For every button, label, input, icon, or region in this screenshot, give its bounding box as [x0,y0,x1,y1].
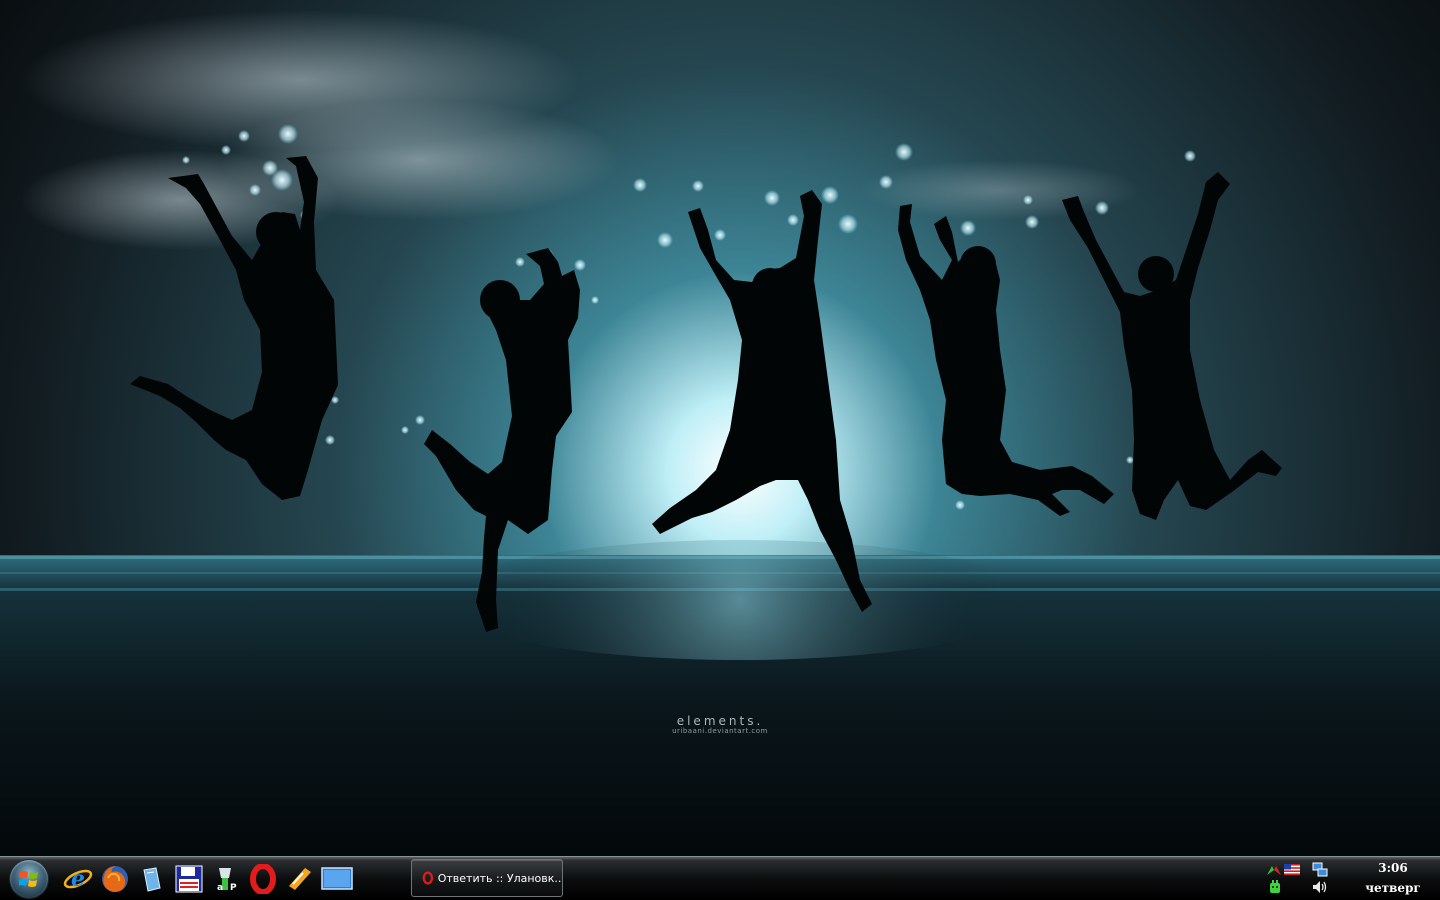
network-arrows-icon[interactable] [1266,863,1282,877]
winamp-icon [289,868,311,890]
quick-launch-opera[interactable] [247,863,279,895]
svg-text:P: P [230,883,237,893]
show-desktop-icon [321,867,353,890]
network-monitor-icon[interactable] [1312,862,1328,878]
opera-icon [422,871,434,885]
language-flag-icon[interactable] [1284,864,1300,875]
taskbar-clock[interactable]: 3:06 четверг [1350,857,1436,900]
firefox-icon [102,866,128,892]
svg-text:a: a [217,883,223,893]
internet-explorer-icon: e [63,866,93,892]
taskbar-button-label: Ответить :: Улановк... [437,871,562,885]
opera-icon [250,864,276,894]
desktop[interactable]: elements. uribaani.deviantart.com [0,0,1440,856]
system-tray [1262,859,1342,899]
quick-launch-show-desktop[interactable] [321,863,353,895]
clock-time: 3:06 [1378,861,1408,875]
antivirus-icon[interactable] [1268,879,1282,895]
clock-day: четверг [1365,881,1421,895]
save-disk-icon [175,865,203,893]
quick-launch-firefox[interactable] [99,863,131,895]
watermark-title: elements. [676,714,764,728]
quick-launch-bar: e a P [62,863,353,895]
windows-logo-icon [19,871,38,887]
taskbar-button-opera[interactable]: Ответить :: Улановк... [411,859,563,897]
svg-text:e: e [71,866,85,892]
documents-icon [143,867,161,892]
quick-launch-documents[interactable] [136,863,168,895]
start-button[interactable] [10,860,48,898]
wallpaper-watermark: elements. uribaani.deviantart.com [620,714,820,735]
taskbar: e a P Ответить:: Улановк... 3:06 четвер… [0,856,1440,900]
quick-launch-internet-explorer[interactable]: e [62,863,94,895]
quick-launch-save[interactable] [173,863,205,895]
quick-launch-winamp[interactable] [284,863,316,895]
quick-launch-aimp[interactable]: a P [210,863,242,895]
watermark-subtitle: uribaani.deviantart.com [672,727,768,735]
aimp-player-icon: a P [217,868,237,893]
volume-icon[interactable] [1312,880,1328,894]
